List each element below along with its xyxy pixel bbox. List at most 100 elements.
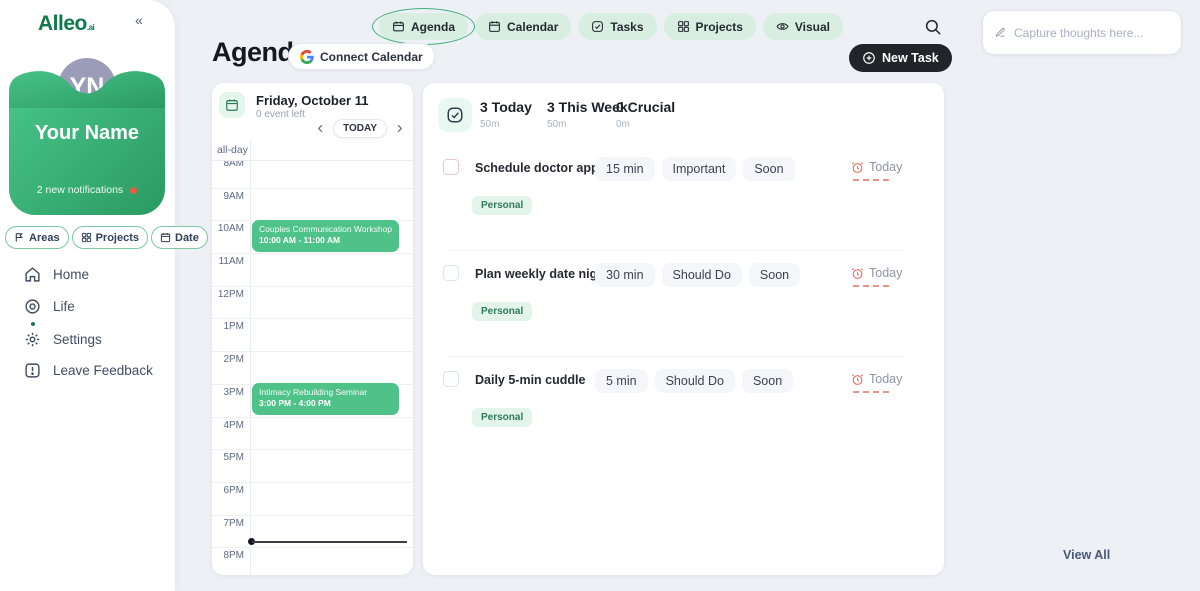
calendar-event[interactable]: Couples Communication Workshop 10:00 AM … bbox=[252, 220, 399, 252]
task-checkbox[interactable] bbox=[443, 265, 459, 281]
divider bbox=[447, 250, 905, 251]
task-checkbox[interactable] bbox=[443, 159, 459, 175]
stat-crucial: 0 Crucial 0m bbox=[616, 99, 675, 130]
user-name: Your Name bbox=[9, 122, 165, 145]
task-title[interactable]: Plan weekly date night bbox=[475, 267, 609, 281]
tag-personal[interactable]: Personal bbox=[472, 196, 532, 215]
alarm-icon bbox=[851, 267, 864, 280]
main-tabs: Agenda Calendar Tasks Projects Visual bbox=[379, 13, 843, 40]
current-time-line bbox=[252, 541, 407, 543]
tab-projects[interactable]: Projects bbox=[664, 13, 756, 40]
sidebar-item-home[interactable]: Home bbox=[24, 266, 89, 283]
hour-label: 2PM bbox=[212, 352, 244, 365]
google-icon bbox=[300, 50, 314, 64]
tag-personal[interactable]: Personal bbox=[472, 408, 532, 427]
priority-pill[interactable]: Should Do bbox=[662, 263, 742, 287]
notification-dot-icon bbox=[130, 187, 137, 194]
flag-icon bbox=[14, 232, 25, 243]
collapse-sidebar-icon[interactable]: « bbox=[135, 12, 143, 28]
sidebar-item-life[interactable]: Life bbox=[24, 298, 75, 315]
due-date-chip[interactable]: Today bbox=[851, 266, 902, 280]
hour-label: 7PM bbox=[212, 516, 244, 529]
calendar-icon bbox=[160, 232, 171, 243]
events-left-label: 0 event left bbox=[256, 109, 305, 120]
connect-calendar-button[interactable]: Connect Calendar bbox=[288, 43, 435, 70]
hour-label: 12PM bbox=[212, 287, 244, 300]
urgency-pill[interactable]: Soon bbox=[749, 263, 800, 287]
hour-row: 6PM bbox=[212, 482, 413, 515]
filter-areas[interactable]: Areas bbox=[5, 226, 69, 249]
eye-icon bbox=[776, 20, 789, 33]
new-task-button[interactable]: New Task bbox=[849, 44, 952, 72]
due-underline bbox=[853, 179, 889, 181]
filter-projects[interactable]: Projects bbox=[72, 226, 148, 249]
hour-label: 8PM bbox=[212, 548, 244, 561]
check-square-icon bbox=[591, 20, 604, 33]
all-day-label: all-day bbox=[217, 144, 248, 156]
duration-pill[interactable]: 30 min bbox=[595, 263, 655, 287]
stat-today: 3 Today 50m bbox=[480, 99, 532, 130]
feedback-icon bbox=[24, 362, 41, 379]
calendar-panel: Friday, October 11 0 event left TODAY al… bbox=[212, 83, 413, 575]
hour-label: 3PM bbox=[212, 385, 244, 398]
tab-agenda[interactable]: Agenda bbox=[379, 13, 468, 40]
hour-label: 6PM bbox=[212, 483, 244, 496]
priority-pill[interactable]: Should Do bbox=[655, 369, 735, 393]
calendar-nav: TODAY bbox=[315, 119, 405, 138]
hour-label: 5PM bbox=[212, 450, 244, 463]
duration-pill[interactable]: 5 min bbox=[595, 369, 648, 393]
grid-icon bbox=[677, 20, 690, 33]
view-all-link[interactable]: View All bbox=[1063, 548, 1110, 562]
hour-label: 8AM bbox=[212, 161, 244, 169]
hour-row: 11AM bbox=[212, 253, 413, 286]
urgency-pill[interactable]: Soon bbox=[742, 369, 793, 393]
chevron-left-icon[interactable] bbox=[315, 123, 326, 134]
alarm-icon bbox=[851, 373, 864, 386]
duration-pill[interactable]: 15 min bbox=[595, 157, 655, 181]
calendar-event[interactable]: Intimacy Rebuilding Seminar 3:00 PM - 4:… bbox=[252, 383, 399, 415]
tasks-header-icon bbox=[438, 98, 472, 132]
hour-label: 4PM bbox=[212, 418, 244, 431]
hour-row: 8AM bbox=[212, 161, 413, 188]
hour-label: 10AM bbox=[212, 221, 244, 234]
hour-row: 4PM bbox=[212, 417, 413, 450]
today-button[interactable]: TODAY bbox=[333, 119, 387, 138]
tag-personal[interactable]: Personal bbox=[472, 302, 532, 321]
hour-row: 9AM bbox=[212, 188, 413, 221]
capture-thoughts-box bbox=[982, 10, 1182, 55]
home-icon bbox=[24, 266, 41, 283]
logo-suffix: .ai bbox=[87, 23, 94, 32]
hour-row: 8PM bbox=[212, 547, 413, 575]
priority-pill[interactable]: Important bbox=[662, 157, 737, 181]
chevron-right-icon[interactable] bbox=[394, 123, 405, 134]
task-checkbox[interactable] bbox=[443, 371, 459, 387]
task-title[interactable]: Daily 5-min cuddle bbox=[475, 373, 585, 387]
gear-icon bbox=[24, 331, 41, 348]
due-date-chip[interactable]: Today bbox=[851, 160, 902, 174]
sidebar-item-settings[interactable]: Settings bbox=[24, 331, 102, 348]
capture-thoughts-input[interactable] bbox=[1014, 26, 1169, 40]
filter-date[interactable]: Date bbox=[151, 226, 208, 249]
tab-visual[interactable]: Visual bbox=[763, 13, 843, 40]
due-date-chip[interactable]: Today bbox=[851, 372, 902, 386]
target-icon bbox=[24, 298, 41, 315]
hour-row: 1PM bbox=[212, 318, 413, 351]
hour-row: 12PM bbox=[212, 286, 413, 319]
agenda-icon bbox=[392, 20, 405, 33]
urgency-pill[interactable]: Soon bbox=[743, 157, 794, 181]
sidebar-item-leave-feedback[interactable]: Leave Feedback bbox=[24, 362, 153, 379]
notifications-link[interactable]: 2 new notifications bbox=[9, 184, 165, 196]
tab-tasks[interactable]: Tasks bbox=[578, 13, 656, 40]
pen-icon bbox=[995, 25, 1006, 40]
task-row: Daily 5-min cuddle 5 min Should Do Soon … bbox=[423, 365, 944, 471]
tab-calendar[interactable]: Calendar bbox=[475, 13, 571, 40]
app-logo[interactable]: Alleo.ai bbox=[38, 12, 94, 36]
hour-label: 11AM bbox=[212, 254, 244, 267]
grid-icon bbox=[81, 232, 92, 243]
sidebar: Alleo.ai « YN Your Name 2 new notificati… bbox=[0, 0, 175, 591]
search-icon[interactable] bbox=[924, 18, 942, 36]
life-active-dot-icon bbox=[31, 322, 35, 326]
due-underline bbox=[853, 391, 889, 393]
task-row: Schedule doctor appointment 15 min Impor… bbox=[423, 153, 944, 259]
hour-label: 1PM bbox=[212, 319, 244, 332]
